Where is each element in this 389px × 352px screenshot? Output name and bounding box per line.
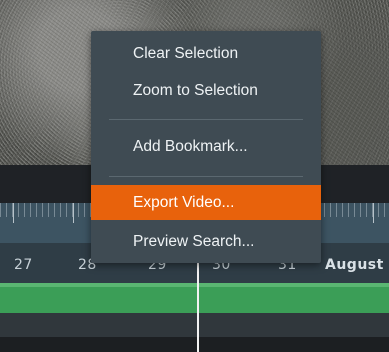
menu-item-preview-search[interactable]: Preview Search... — [91, 224, 321, 259]
menu-item-export-video[interactable]: Export Video... — [91, 185, 321, 220]
menu-item-clear-selection[interactable]: Clear Selection — [91, 36, 321, 71]
context-menu: Clear Selection Zoom to Selection Add Bo… — [91, 31, 321, 263]
timeline-bottom-strip — [0, 313, 389, 337]
date-label: 27 — [14, 257, 33, 273]
menu-separator — [109, 176, 303, 177]
timeline-footer — [0, 337, 389, 352]
menu-item-add-bookmark[interactable]: Add Bookmark... — [91, 129, 321, 164]
recording-track[interactable] — [0, 283, 389, 313]
month-label: August — [325, 257, 384, 273]
menu-separator — [109, 119, 303, 120]
menu-item-zoom-to-selection[interactable]: Zoom to Selection — [91, 73, 321, 108]
